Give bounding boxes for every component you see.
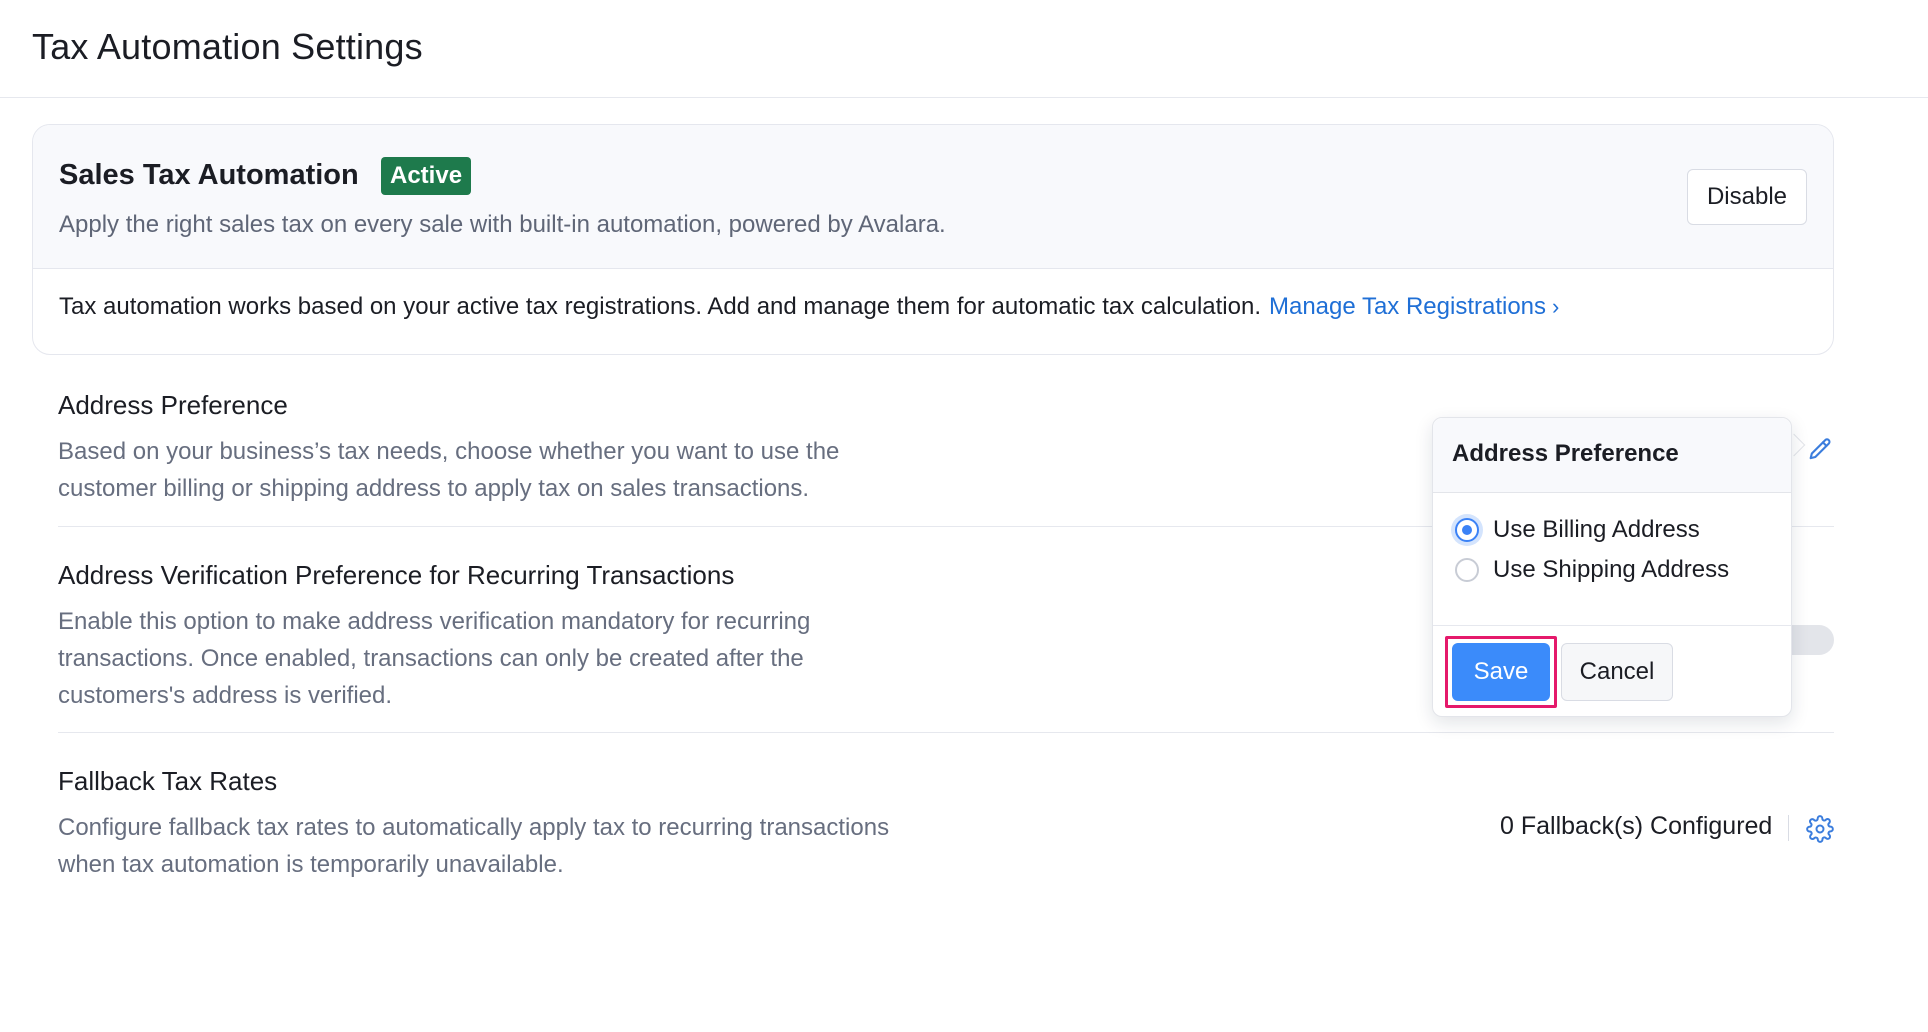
gear-icon[interactable] <box>1806 815 1834 843</box>
sales-tax-card: Sales Tax Automation Active Apply the ri… <box>32 124 1834 355</box>
billing-address-option[interactable]: Use Billing Address <box>1455 515 1700 545</box>
chevron-right-icon: › <box>1552 294 1560 319</box>
manage-tax-registrations-link[interactable]: Manage Tax Registrations › <box>1269 293 1559 320</box>
tax-automation-page: Tax Automation Settings Sales Tax Automa… <box>0 0 1928 1032</box>
fallback-description-line: when tax automation is temporarily unava… <box>58 851 564 878</box>
popover-title: Address Preference <box>1452 440 1679 467</box>
popover-footer-divider <box>1433 625 1791 626</box>
status-badge: Active <box>381 157 472 195</box>
shipping-address-option[interactable]: Use Shipping Address <box>1455 555 1729 585</box>
shipping-address-radio[interactable] <box>1455 558 1479 582</box>
billing-address-radio[interactable] <box>1455 518 1479 542</box>
page-title: Tax Automation Settings <box>32 26 423 67</box>
pencil-icon[interactable] <box>1806 436 1834 464</box>
tax-registration-info-text: Tax automation works based on your activ… <box>59 293 1261 320</box>
address-preference-popover: Address Preference Use Billing Address U… <box>1432 417 1792 717</box>
save-button[interactable]: Save <box>1452 643 1550 701</box>
tax-registration-info: Tax automation works based on your activ… <box>59 293 1559 321</box>
page-header: Tax Automation Settings <box>0 0 1928 98</box>
manage-tax-registrations-label: Manage Tax Registrations <box>1268 293 1547 320</box>
fallback-configured-count: 0 Fallback(s) Configured <box>1500 812 1773 840</box>
section-divider <box>58 732 1834 733</box>
sales-tax-card-header: Sales Tax Automation Active Apply the ri… <box>33 125 1833 269</box>
cancel-button[interactable]: Cancel <box>1561 643 1673 701</box>
fallback-separator <box>1788 815 1789 841</box>
sales-tax-title: Sales Tax Automation <box>59 159 359 191</box>
billing-address-label: Use Billing Address <box>1493 516 1700 543</box>
fallback-tax-rates-title: Fallback Tax Rates <box>58 766 278 796</box>
popover-header: Address Preference <box>1433 418 1791 493</box>
sales-tax-description: Apply the right sales tax on every sale … <box>59 211 946 238</box>
shipping-address-label: Use Shipping Address <box>1493 556 1730 583</box>
disable-button[interactable]: Disable <box>1687 169 1807 225</box>
